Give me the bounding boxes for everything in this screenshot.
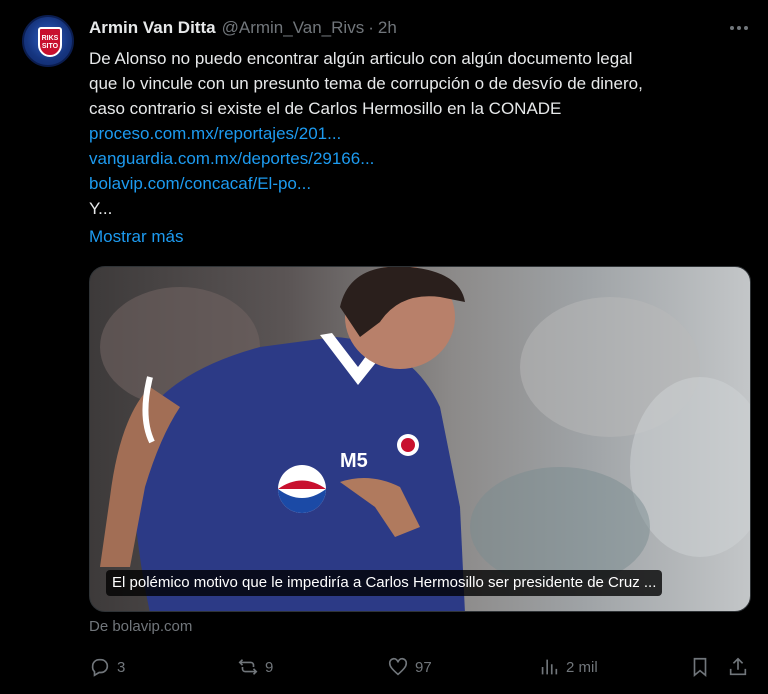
separator: ·	[368, 18, 374, 37]
soccer-player-photo-icon: M5	[100, 267, 750, 611]
share-button[interactable]	[727, 653, 749, 681]
avatar[interactable]: RIKS SITO	[22, 15, 74, 67]
heart-icon	[388, 657, 408, 676]
avatar-text: RIKS SITO	[41, 35, 59, 50]
author-handle[interactable]: @Armin_Van_Rivs	[222, 18, 365, 38]
reply-button[interactable]: 3	[89, 653, 125, 681]
reply-count: 3	[117, 658, 126, 676]
bookmark-button[interactable]	[689, 653, 711, 681]
more-dot	[744, 26, 748, 30]
link-vanguardia[interactable]: vanguardia.com.mx/deportes/29166...	[89, 146, 749, 171]
more-dots-icon	[730, 26, 734, 30]
more-options-button[interactable]	[724, 15, 754, 41]
link-proceso[interactable]: proceso.com.mx/reportajes/201...	[89, 121, 749, 146]
jersey-sponsor-text: M5	[340, 450, 368, 472]
text-line: caso contrario si existe el de Carlos He…	[89, 99, 562, 118]
views-chart-icon	[541, 659, 558, 675]
views-button[interactable]: 2 mil	[538, 653, 598, 681]
like-button[interactable]: 97	[387, 653, 432, 681]
timestamp[interactable]: 2h	[378, 18, 397, 38]
card-caption[interactable]: El polémico motivo que le impediría a Ca…	[106, 570, 663, 596]
author-name[interactable]: Armin Van Ditta	[89, 18, 216, 38]
trailing-text: Y...	[89, 199, 113, 218]
tweet-header: Armin Van Ditta @Armin_Van_Rivs · 2h	[89, 17, 397, 39]
text-line: De Alonso no puedo encontrar algún artic…	[89, 49, 633, 68]
repost-button[interactable]: 9	[237, 653, 273, 681]
card-source[interactable]: De bolavip.com	[89, 618, 192, 635]
action-bar: 3 9 97 2 mil	[89, 653, 755, 681]
club-crest-icon: RIKS SITO	[38, 27, 62, 57]
reply-icon	[91, 658, 109, 677]
text-line: que lo vincule con un presunto tema de c…	[89, 74, 643, 93]
bookmark-icon	[693, 657, 707, 678]
show-more-link[interactable]: Mostrar más	[89, 224, 749, 249]
repost-count: 9	[265, 658, 274, 676]
link-bolavip[interactable]: bolavip.com/concacaf/El-po...	[89, 171, 749, 196]
like-count: 97	[415, 658, 432, 676]
link-card-image[interactable]: M5 El polémico motivo que le impediría a…	[89, 266, 751, 612]
repost-icon	[238, 659, 258, 675]
views-count: 2 mil	[566, 658, 598, 676]
share-icon	[729, 657, 747, 676]
tweet-text: De Alonso no puedo encontrar algún artic…	[89, 46, 749, 249]
more-dot	[737, 26, 741, 30]
